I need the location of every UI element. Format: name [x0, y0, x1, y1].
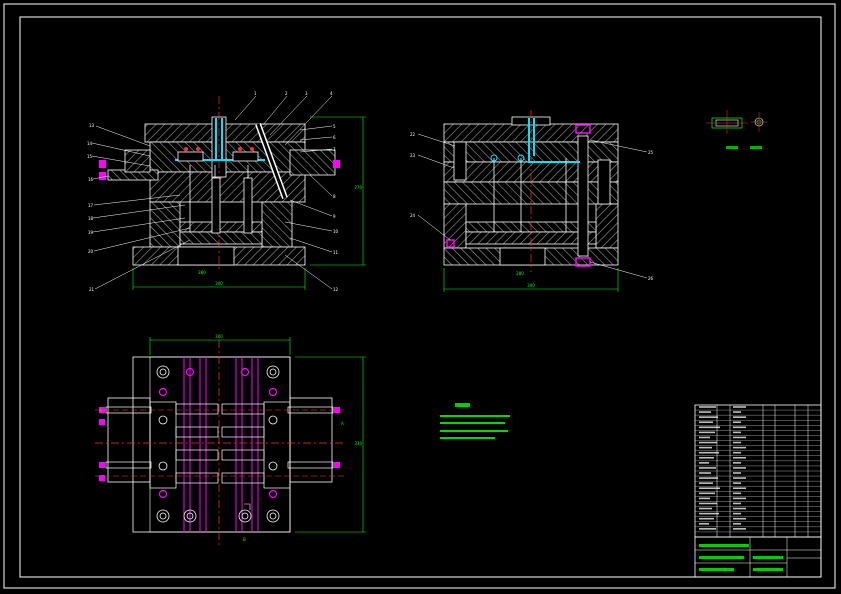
bom-cell-text	[699, 446, 712, 449]
bom-cell-text	[733, 477, 746, 479]
bom-cell-text	[733, 517, 746, 520]
callout-19: 19	[88, 230, 94, 235]
callout-26: 26	[648, 276, 654, 281]
section-mark-bottom: B	[243, 537, 246, 542]
bom-cell-text	[699, 528, 716, 530]
callout-2: 2	[285, 91, 288, 96]
callout-23: 23	[410, 153, 416, 158]
callout-18: 18	[88, 216, 94, 221]
bom-cell-text	[733, 406, 746, 408]
bom-cell-text	[733, 492, 741, 495]
section-mark-right: A	[341, 421, 344, 426]
bom-cell-text	[699, 477, 718, 479]
bom-cell-text	[699, 431, 715, 434]
callout-13: 13	[89, 123, 95, 128]
bom-cell-text	[699, 482, 713, 484]
bom-cell-text	[699, 512, 719, 515]
callout-11: 11	[333, 250, 339, 255]
plan-view: 300 330 A A B	[95, 334, 366, 548]
bom-cell-text	[733, 467, 746, 469]
bom-cell-text	[733, 446, 746, 449]
dim-width-a: 300	[215, 281, 223, 286]
bom-cell-text	[699, 451, 719, 454]
bom-cell-text	[733, 421, 741, 424]
bom-cell-text	[733, 512, 741, 515]
bom-cell-text	[699, 522, 709, 525]
dim-top-plan: 300	[215, 334, 223, 339]
callout-15: 15	[87, 154, 93, 159]
bom-cell-text	[699, 507, 712, 510]
bom-cell-text	[699, 467, 716, 469]
bom-cell-text	[699, 497, 710, 500]
bom-cell-text	[699, 411, 711, 413]
bom-cell-text	[699, 472, 711, 474]
bom-cell-text	[733, 451, 741, 454]
callout-3: 3	[305, 91, 308, 96]
bom-cell-text	[733, 416, 746, 418]
bom-cell-text	[699, 436, 710, 439]
bom-cell-text	[699, 502, 717, 505]
callout-4: 4	[330, 91, 333, 96]
bom-cell-text	[699, 462, 709, 464]
bom-cell-text	[733, 502, 741, 505]
part-detail	[706, 110, 767, 149]
dim-width-b: 300	[527, 283, 535, 288]
cad-drawing-canvas: 300 280 270 13 14 15 16 17 18 19 20 21 1…	[3, 3, 836, 589]
callout-21: 21	[89, 287, 95, 292]
callout-5: 5	[333, 124, 336, 129]
bom-cell-text	[733, 507, 746, 510]
callout-24: 24	[410, 213, 416, 218]
bom-cell-text	[733, 528, 746, 530]
callout-16: 16	[88, 177, 94, 182]
callout-22: 22	[410, 132, 416, 137]
title-block	[694, 404, 822, 578]
bom-cell-text	[699, 441, 717, 444]
callout-1: 1	[254, 91, 257, 96]
bom-cell-text	[733, 522, 741, 525]
bom-cell-text	[733, 441, 741, 444]
callout-25: 25	[648, 150, 654, 155]
bom-cell-text	[733, 487, 746, 490]
bom-cell-text	[733, 462, 741, 464]
callout-17: 17	[88, 203, 94, 208]
callout-8: 8	[333, 194, 336, 199]
bom-cell-text	[699, 426, 720, 429]
callout-6: 6	[333, 135, 336, 140]
section-view-b: 300 280 22 23 24 25 26	[410, 110, 654, 292]
callout-20: 20	[88, 249, 94, 254]
bom-cell-text	[699, 492, 715, 495]
bom-cell-text	[699, 517, 714, 520]
dim-inner-b: 280	[516, 271, 524, 276]
callout-10: 10	[333, 229, 339, 234]
callout-7: 7	[333, 147, 336, 152]
dim-right-plan: 330	[354, 441, 362, 446]
bom-cell-text	[699, 456, 714, 459]
callout-12: 12	[333, 287, 339, 292]
bom-cell-text	[733, 436, 746, 439]
bom-cell-text	[733, 456, 746, 459]
bom-cell-text	[733, 411, 741, 413]
bom-cell-text	[733, 431, 741, 434]
bom-cell-text	[733, 426, 746, 429]
dim-inner-a: 280	[198, 270, 206, 275]
bom-cell-text	[733, 472, 741, 474]
technical-notes	[440, 403, 510, 439]
bom-cell-text	[733, 482, 741, 484]
bom-cell-text	[699, 406, 716, 408]
section-mark-left: A	[99, 408, 102, 413]
callout-9: 9	[333, 214, 336, 219]
section-view-a: 300 280 270 13 14 15 16 17 18 19 20 21 1…	[87, 91, 366, 292]
bom-cell-text	[699, 416, 718, 418]
bom-cell-text	[699, 421, 713, 424]
bom-cell-text	[733, 497, 746, 500]
bom-cell-text	[699, 487, 720, 490]
outer-frame	[3, 3, 836, 589]
callout-14: 14	[87, 141, 93, 146]
dim-height-a: 270	[354, 185, 362, 190]
